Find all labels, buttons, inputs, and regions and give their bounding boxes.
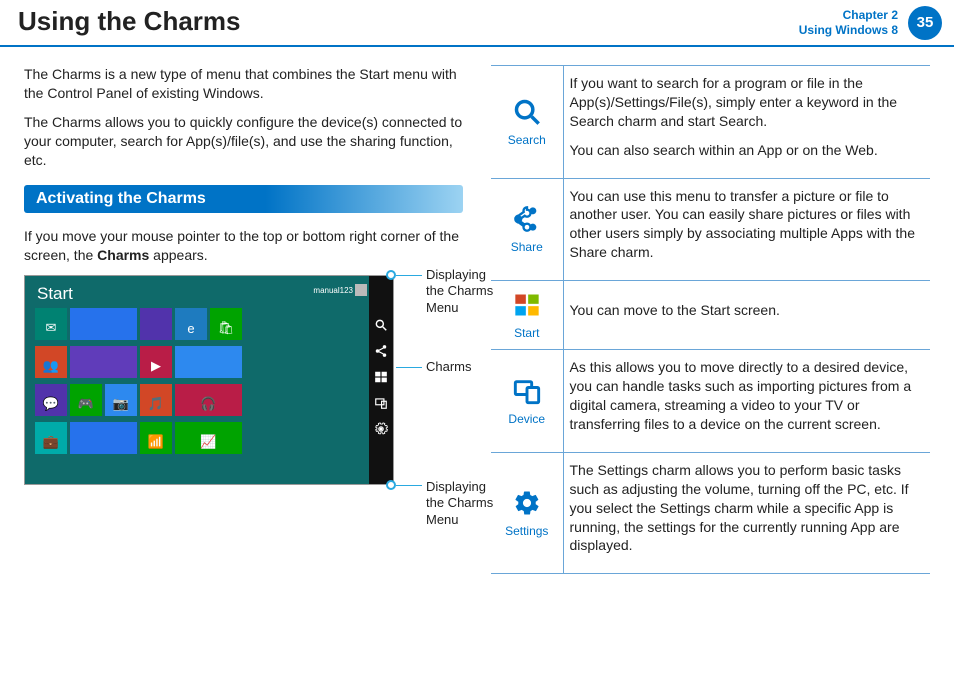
charm-label: Search xyxy=(493,132,561,148)
page-number-badge: 35 xyxy=(908,6,942,40)
tile: 🛍 xyxy=(210,308,242,340)
screenshot-wrapper: Start manual123 ✉ e 🛍 👥 ▶ xyxy=(24,275,463,485)
charm-row-search: Search If you want to search for a progr… xyxy=(491,66,930,179)
intro-paragraph-2: The Charms allows you to quickly configu… xyxy=(24,113,463,170)
charm-description: As this allows you to move directly to a… xyxy=(570,358,925,434)
tile xyxy=(70,422,137,454)
search-icon xyxy=(493,96,561,128)
charm-label: Device xyxy=(493,411,561,427)
settings-gear-icon xyxy=(374,422,388,436)
charms-table: Search If you want to search for a progr… xyxy=(491,65,930,574)
tile: 📶 xyxy=(140,422,172,454)
tile: 🎵 xyxy=(140,384,172,416)
charm-description: The Settings charm allows you to perform… xyxy=(570,461,925,555)
start-screen-screenshot: Start manual123 ✉ e 🛍 👥 ▶ xyxy=(24,275,394,485)
callout-line xyxy=(396,485,422,486)
callout-label-bottom: Displaying the Charms Menu xyxy=(426,479,506,528)
chapter-line-2: Using Windows 8 xyxy=(799,23,898,37)
share-icon xyxy=(374,344,388,358)
instruction-post: appears. xyxy=(149,247,207,263)
tile: 👥 xyxy=(35,346,67,378)
callout-label-middle: Charms xyxy=(426,359,472,375)
charm-description: You can use this menu to transfer a pict… xyxy=(570,187,925,263)
charm-label: Start xyxy=(493,325,561,341)
callout-dot-top xyxy=(386,270,396,280)
devices-icon xyxy=(493,375,561,407)
charms-bar xyxy=(369,276,393,484)
charm-row-share: Share You can use this menu to transfer … xyxy=(491,178,930,281)
tile: ✉ xyxy=(35,308,67,340)
tile: 💼 xyxy=(35,422,67,454)
instruction-paragraph: If you move your mouse pointer to the to… xyxy=(24,227,463,265)
tile xyxy=(140,308,172,340)
charm-label: Share xyxy=(493,239,561,255)
tile: 💬 xyxy=(35,384,67,416)
user-avatar-icon xyxy=(355,284,367,296)
callout-label-top: Displaying the Charms Menu xyxy=(426,267,506,316)
chapter-info: Chapter 2 Using Windows 8 35 xyxy=(799,0,954,45)
tile: 📷 xyxy=(105,384,137,416)
tile: e xyxy=(175,308,207,340)
tile xyxy=(70,308,137,340)
callout-line xyxy=(396,367,422,368)
share-icon xyxy=(493,203,561,235)
tile: ▶ xyxy=(140,346,172,378)
start-screen-username: manual123 xyxy=(313,286,353,295)
tile: 🎧 xyxy=(175,384,242,416)
page-title: Using the Charms xyxy=(0,0,799,45)
tile: 📈 xyxy=(175,422,242,454)
tile-grid: ✉ e 🛍 👥 ▶ 💬 🎮 📷 🎵 xyxy=(35,308,331,454)
section-heading: Activating the Charms xyxy=(24,185,463,213)
instruction-pre: If you move your mouse pointer to the to… xyxy=(24,228,459,263)
tile: 🎮 xyxy=(70,384,102,416)
right-column: Search If you want to search for a progr… xyxy=(491,65,930,574)
start-screen-title: Start xyxy=(37,284,73,304)
charm-description: You can also search within an App or on … xyxy=(570,141,925,160)
tile xyxy=(70,346,137,378)
charm-description: You can move to the Start screen. xyxy=(570,301,925,320)
callout-dot-bottom xyxy=(386,480,396,490)
tile xyxy=(175,346,242,378)
intro-paragraph-1: The Charms is a new type of menu that co… xyxy=(24,65,463,103)
search-icon xyxy=(374,318,388,332)
instruction-bold: Charms xyxy=(97,247,149,263)
charm-description: If you want to search for a program or f… xyxy=(570,74,925,131)
charm-row-settings: Settings The Settings charm allows you t… xyxy=(491,452,930,573)
chapter-line-1: Chapter 2 xyxy=(799,8,898,22)
page-header: Using the Charms Chapter 2 Using Windows… xyxy=(0,0,954,47)
callout-line xyxy=(396,275,422,276)
windows-start-icon xyxy=(374,370,388,384)
devices-icon xyxy=(374,396,388,410)
left-column: The Charms is a new type of menu that co… xyxy=(24,65,463,574)
charm-row-start: Start You can move to the Start screen. xyxy=(491,281,930,350)
charm-row-device: Device As this allows you to move direct… xyxy=(491,350,930,453)
